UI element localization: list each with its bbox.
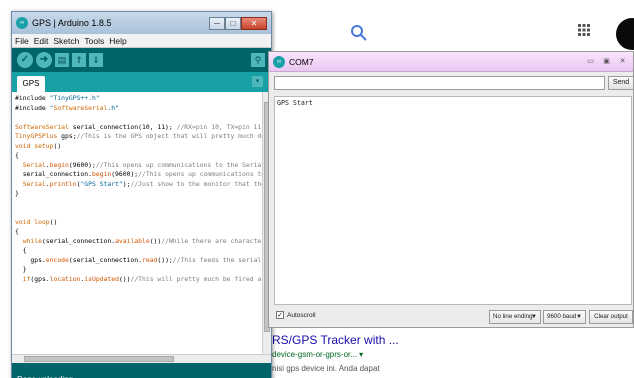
code-line[interactable]: serial_connection.begin(9600);//This ope… (15, 170, 271, 180)
tab-menu-icon[interactable]: ▾ (252, 76, 263, 87)
baud-select[interactable]: 9600 baud ▼ (543, 310, 586, 324)
minimize-button[interactable]: ▭ (584, 56, 597, 67)
code-line[interactable]: Serial.println("GPS Start");//Just show … (15, 180, 271, 190)
menu-tools[interactable]: Tools (84, 36, 104, 46)
code-line[interactable] (15, 113, 268, 123)
code-line[interactable]: gps.encode(serial_connection.read());//T… (15, 256, 271, 266)
code-line[interactable]: } (15, 265, 268, 275)
minimize-button[interactable]: ─ (209, 16, 225, 30)
maximize-button[interactable]: □ (225, 16, 241, 30)
search-result-snippet: nisi gps device ini. Anda dapat (272, 364, 380, 373)
serial-output: GPS Start (274, 96, 632, 305)
code-line[interactable]: { (15, 227, 268, 237)
save-icon[interactable]: ⇓ (89, 53, 103, 67)
menu-edit[interactable]: Edit (34, 36, 49, 46)
status-bar: Done uploading. (12, 363, 271, 378)
menu-sketch[interactable]: Sketch (53, 36, 79, 46)
line-ending-value: No line ending (493, 313, 533, 320)
code-text[interactable]: #include "TinyGPS++.h" #include "Software… (12, 92, 271, 286)
arduino-logo-icon: ∞ (273, 55, 285, 68)
code-line[interactable]: } (15, 189, 268, 199)
autoscroll-toggle[interactable]: ✓ Autoscroll (276, 311, 316, 319)
clear-output-button[interactable]: Clear output (589, 310, 633, 324)
chevron-down-icon: ▼ (531, 314, 537, 320)
autoscroll-checkbox[interactable]: ✓ (276, 311, 284, 319)
search-result-title[interactable]: RS/GPS Tracker with ... (272, 333, 399, 347)
open-icon[interactable]: ⇑ (72, 53, 86, 67)
tab-gps[interactable]: GPS (17, 76, 45, 92)
search-icon[interactable] (350, 24, 372, 46)
code-line[interactable]: { (15, 246, 268, 256)
menu-file[interactable]: File (15, 36, 29, 46)
horizontal-scrollbar[interactable] (12, 354, 271, 363)
send-button[interactable]: Send (608, 76, 634, 90)
menu-help[interactable]: Help (109, 36, 126, 46)
upload-icon[interactable]: ➜ (36, 52, 52, 68)
code-editor[interactable]: #include "TinyGPS++.h" #include "Software… (12, 92, 271, 354)
toolbar: ✓ ➜ ▤ ⇑ ⇓ ⚲ (12, 48, 271, 72)
autoscroll-label: Autoscroll (287, 311, 316, 319)
ide-titlebar[interactable]: ∞ GPS | Arduino 1.8.5 ─ □ ✕ (12, 12, 271, 34)
code-line[interactable]: TinyGPSPlus gps;//This is the GPS object… (15, 132, 271, 142)
line-ending-select[interactable]: No line ending ▼ (489, 310, 541, 324)
window-title: COM7 (289, 56, 314, 67)
baud-value: 9600 baud (547, 313, 577, 320)
apps-grid-icon[interactable] (578, 24, 592, 38)
code-line[interactable]: SoftwareSerial serial_connection(10, 11)… (15, 123, 268, 133)
arduino-logo-icon: ∞ (16, 17, 28, 29)
scrollbar-thumb[interactable] (24, 356, 174, 362)
new-sketch-icon[interactable]: ▤ (55, 53, 69, 67)
code-line[interactable] (15, 208, 268, 218)
code-line[interactable]: Serial.begin(9600);//This opens up commu… (15, 161, 271, 171)
code-line[interactable] (15, 199, 268, 209)
chevron-down-icon: ▼ (576, 314, 582, 320)
window-title: GPS | Arduino 1.8.5 (32, 18, 112, 28)
code-line[interactable]: if(gps.location.isUpdated())//This will … (15, 275, 269, 285)
close-button[interactable]: ✕ (241, 16, 267, 30)
serial-titlebar[interactable]: ∞ COM7 ▭ ▣ ✕ (269, 52, 633, 72)
code-line[interactable]: void setup() (15, 142, 268, 152)
tab-bar: GPS ▾ (12, 72, 271, 92)
code-line[interactable]: #include "TinyGPS++.h" (15, 94, 268, 104)
serial-input[interactable] (274, 76, 605, 90)
maximize-button[interactable]: ▣ (600, 56, 613, 67)
search-result-url[interactable]: device-gsm-or-gprs-or... ▾ (272, 350, 363, 359)
code-line[interactable]: while(serial_connection.available())//Wh… (15, 237, 269, 247)
code-line[interactable]: void loop() (15, 218, 268, 228)
desktop: RS/GPS Tracker with ... device-gsm-or-gp… (0, 0, 634, 378)
avatar[interactable] (616, 18, 634, 50)
code-line[interactable]: #include "SoftwareSerial.h" (15, 104, 268, 114)
arduino-ide-window: ∞ GPS | Arduino 1.8.5 ─ □ ✕ File Edit Sk… (11, 11, 272, 378)
serial-monitor-window: ∞ COM7 ▭ ▣ ✕ Send GPS Start ✓ Autoscroll… (268, 51, 634, 328)
menu-bar: File Edit Sketch Tools Help (12, 34, 271, 48)
close-button[interactable]: ✕ (616, 56, 629, 67)
code-line[interactable]: { (15, 151, 268, 161)
serial-monitor-icon[interactable]: ⚲ (251, 53, 265, 67)
verify-icon[interactable]: ✓ (17, 52, 33, 68)
